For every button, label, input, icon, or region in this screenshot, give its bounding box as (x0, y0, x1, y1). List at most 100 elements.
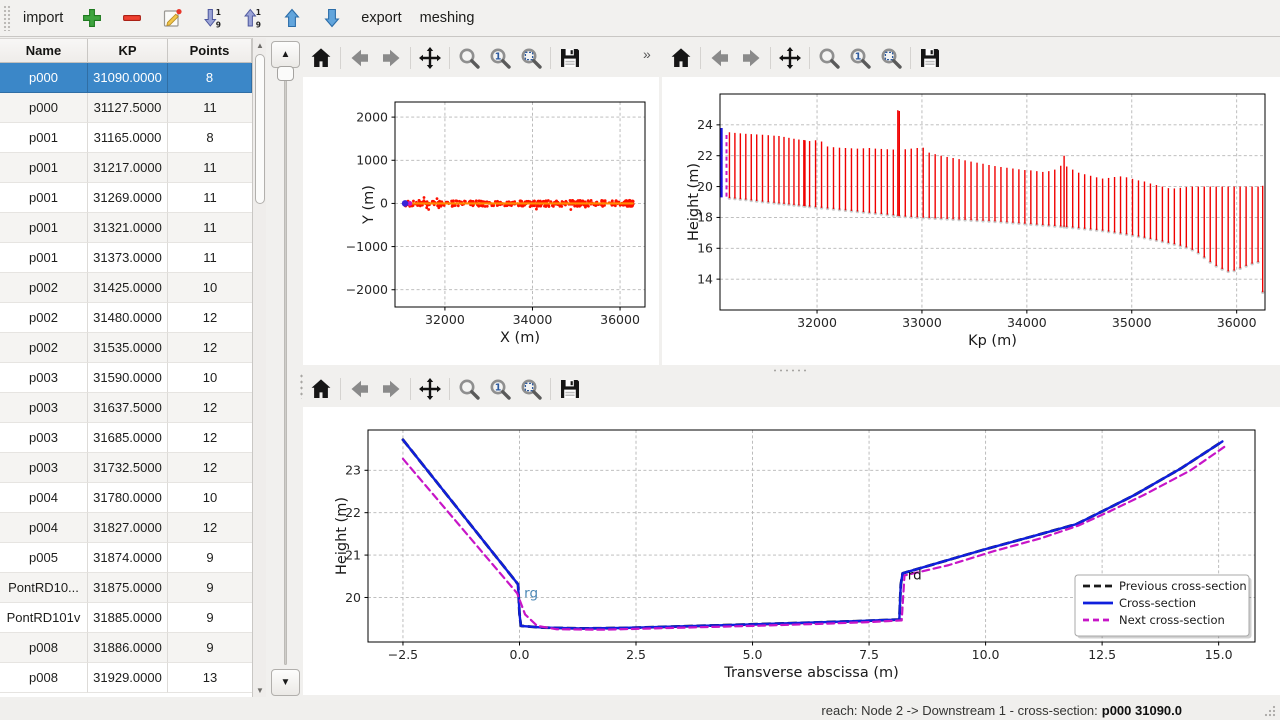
cell-points[interactable]: 11 (168, 243, 252, 273)
cell-kp[interactable]: 31127.5000 (88, 93, 168, 123)
trace-plot-canvas[interactable]: 320003400036000−2000−1000010002000X (m)Y… (303, 77, 659, 365)
cell-points[interactable]: 8 (168, 123, 252, 153)
resize-grip[interactable] (1263, 704, 1276, 717)
add-button[interactable] (75, 3, 109, 33)
table-row[interactable]: p00231535.000012 (0, 333, 252, 363)
table-row[interactable]: p00031127.500011 (0, 93, 252, 123)
column-header-kp[interactable]: KP (88, 39, 168, 63)
table-row[interactable]: p00131217.000011 (0, 153, 252, 183)
cell-points[interactable]: 12 (168, 423, 252, 453)
table-row[interactable]: p00831929.000013 (0, 663, 252, 693)
section-slider-track[interactable] (284, 75, 287, 665)
cell-name[interactable]: p004 (0, 513, 88, 543)
column-header-name[interactable]: Name (0, 39, 88, 63)
cell-kp[interactable]: 31480.0000 (88, 303, 168, 333)
cell-kp[interactable]: 31886.0000 (88, 633, 168, 663)
zoom-to-rect-button[interactable] (516, 43, 546, 73)
sort-ascending-button[interactable]: 19 (235, 3, 269, 33)
toolbar-overflow-button[interactable]: » (643, 46, 651, 62)
table-row[interactable]: p00231480.000012 (0, 303, 252, 333)
cell-points[interactable]: 9 (168, 603, 252, 633)
scroll-down-icon[interactable]: ▼ (253, 684, 267, 696)
cell-name[interactable]: p001 (0, 183, 88, 213)
table-row[interactable]: p00131321.000011 (0, 213, 252, 243)
cell-name[interactable]: PontRD101v (0, 603, 88, 633)
cell-kp[interactable]: 31165.0000 (88, 123, 168, 153)
cell-name[interactable]: p008 (0, 663, 88, 693)
cell-points[interactable]: 12 (168, 393, 252, 423)
meshing-button[interactable]: meshing (414, 3, 481, 33)
cell-kp[interactable]: 31885.0000 (88, 603, 168, 633)
cell-name[interactable]: p002 (0, 333, 88, 363)
table-row[interactable]: p00131269.000011 (0, 183, 252, 213)
cell-points[interactable]: 10 (168, 273, 252, 303)
cell-name[interactable]: p003 (0, 363, 88, 393)
table-row[interactable]: PontRD10...31875.00009 (0, 573, 252, 603)
remove-button[interactable] (115, 3, 149, 33)
pan-button[interactable] (415, 43, 445, 73)
cell-points[interactable]: 12 (168, 513, 252, 543)
cell-name[interactable]: p005 (0, 543, 88, 573)
table-row[interactable]: p00131373.000011 (0, 243, 252, 273)
cell-kp[interactable]: 31685.0000 (88, 423, 168, 453)
cell-kp[interactable]: 31929.0000 (88, 663, 168, 693)
zoom-original-button[interactable]: 1 (485, 374, 515, 404)
forward-button[interactable] (736, 43, 766, 73)
cell-kp[interactable]: 31217.0000 (88, 153, 168, 183)
home-button[interactable] (306, 374, 336, 404)
home-button[interactable] (306, 43, 336, 73)
cell-points[interactable]: 8 (168, 63, 252, 93)
vertical-splitter-handle[interactable] (299, 373, 304, 399)
cell-points[interactable]: 9 (168, 543, 252, 573)
table-scrollbar-thumb[interactable] (255, 54, 265, 204)
table-row[interactable]: p00331590.000010 (0, 363, 252, 393)
cell-kp[interactable]: 31425.0000 (88, 273, 168, 303)
cell-kp[interactable]: 31637.5000 (88, 393, 168, 423)
cell-kp[interactable]: 31590.0000 (88, 363, 168, 393)
cell-points[interactable]: 11 (168, 93, 252, 123)
section-next-button[interactable]: ▼ (271, 669, 300, 696)
table-row[interactable]: p00331732.500012 (0, 453, 252, 483)
zoom-to-rect-button[interactable] (876, 43, 906, 73)
table-row[interactable]: p00131165.00008 (0, 123, 252, 153)
cell-points[interactable]: 12 (168, 453, 252, 483)
save-button[interactable] (555, 43, 585, 73)
column-header-points[interactable]: Points (168, 39, 252, 63)
cell-name[interactable]: p003 (0, 423, 88, 453)
save-button[interactable] (555, 374, 585, 404)
cell-points[interactable]: 10 (168, 363, 252, 393)
table-row[interactable]: p00331685.000012 (0, 423, 252, 453)
cell-kp[interactable]: 31875.0000 (88, 573, 168, 603)
cell-name[interactable]: p000 (0, 63, 88, 93)
back-button[interactable] (345, 374, 375, 404)
forward-button[interactable] (376, 374, 406, 404)
zoom-button[interactable] (814, 43, 844, 73)
table-row[interactable]: p00031090.00008 (0, 63, 252, 93)
cell-kp[interactable]: 31269.0000 (88, 183, 168, 213)
cell-points[interactable]: 13 (168, 663, 252, 693)
table-row[interactable]: p00431827.000012 (0, 513, 252, 543)
cell-kp[interactable]: 31827.0000 (88, 513, 168, 543)
table-row[interactable]: PontRD101v31885.00009 (0, 603, 252, 633)
pan-button[interactable] (775, 43, 805, 73)
zoom-to-rect-button[interactable] (516, 374, 546, 404)
section-previous-button[interactable]: ▲ (271, 41, 300, 68)
cell-name[interactable]: p001 (0, 153, 88, 183)
cell-points[interactable]: 11 (168, 153, 252, 183)
cell-kp[interactable]: 31874.0000 (88, 543, 168, 573)
cell-name[interactable]: p003 (0, 453, 88, 483)
zoom-original-button[interactable]: 1 (485, 43, 515, 73)
cell-name[interactable]: p001 (0, 123, 88, 153)
cell-kp[interactable]: 31373.0000 (88, 243, 168, 273)
cell-name[interactable]: p000 (0, 93, 88, 123)
cell-name[interactable]: p003 (0, 393, 88, 423)
cell-name[interactable]: p002 (0, 303, 88, 333)
cell-name[interactable]: p002 (0, 273, 88, 303)
cell-points[interactable]: 9 (168, 573, 252, 603)
table-scrollbar[interactable]: ▲ ▼ (252, 38, 266, 697)
zoom-button[interactable] (454, 43, 484, 73)
sort-descending-button[interactable]: 19 (195, 3, 229, 33)
cell-name[interactable]: PontRD10... (0, 573, 88, 603)
cell-name[interactable]: p004 (0, 483, 88, 513)
move-up-button[interactable] (275, 3, 309, 33)
